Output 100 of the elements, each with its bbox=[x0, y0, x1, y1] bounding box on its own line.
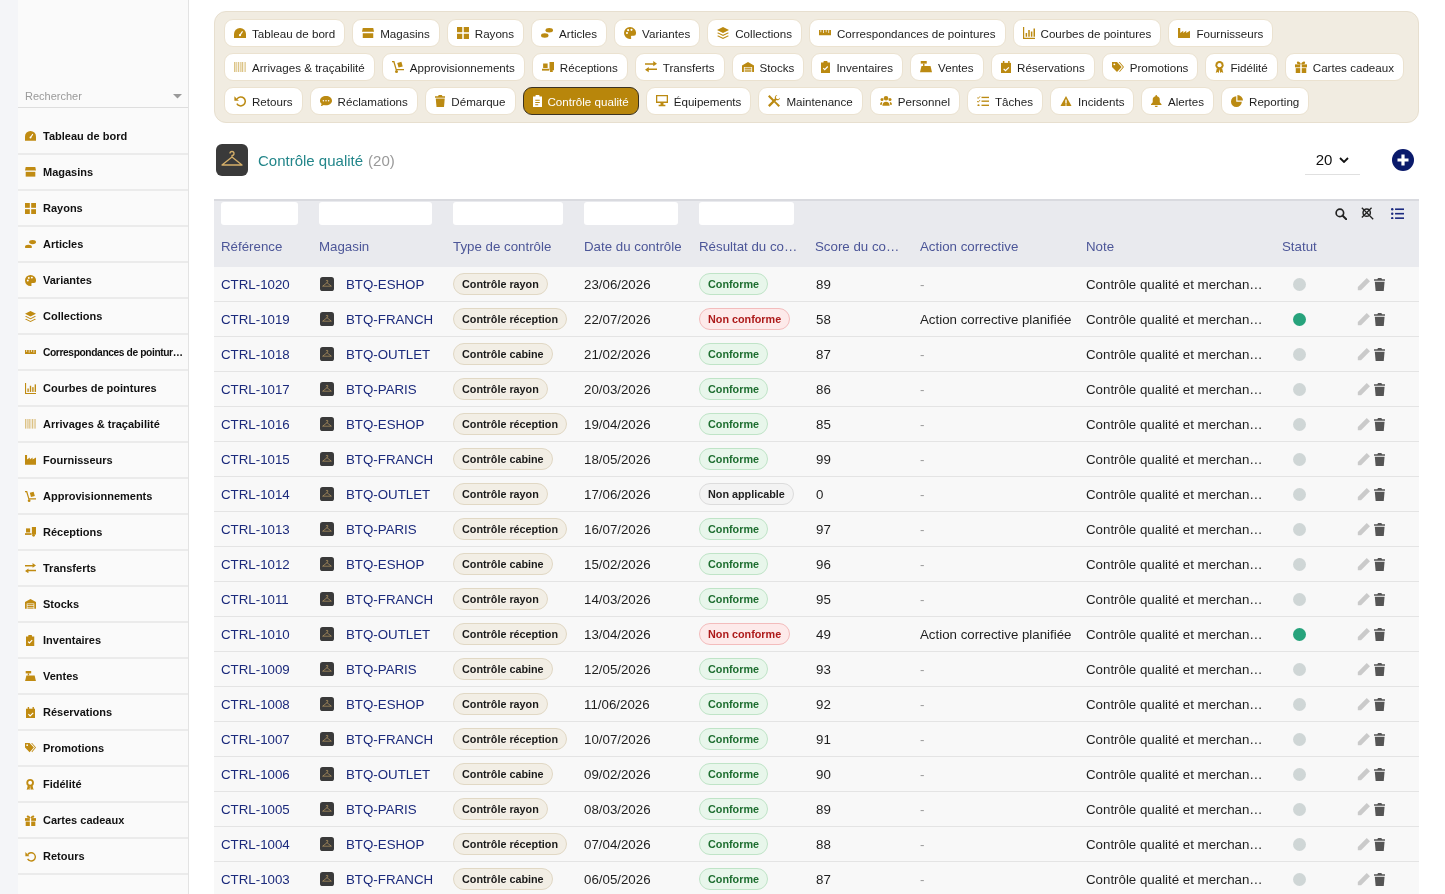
trash-icon[interactable] bbox=[1374, 487, 1386, 501]
trash-icon[interactable] bbox=[1374, 697, 1386, 711]
column-header[interactable]: Résultat du co… bbox=[692, 239, 808, 254]
trash-icon[interactable] bbox=[1374, 662, 1386, 676]
sidebar-item[interactable]: Magasins bbox=[18, 155, 188, 191]
reference-link[interactable]: CTRL-1010 bbox=[221, 626, 290, 642]
trash-icon[interactable] bbox=[1374, 627, 1386, 641]
trash-icon[interactable] bbox=[1374, 417, 1386, 431]
nav-button[interactable]: Maintenance bbox=[758, 87, 863, 115]
sidebar-item[interactable]: Promotions bbox=[18, 731, 188, 767]
nav-button[interactable]: Variantes bbox=[614, 19, 701, 47]
store-link[interactable]: BTQ-ESHOP bbox=[346, 696, 425, 712]
nav-button[interactable]: Cartes cadeaux bbox=[1284, 53, 1404, 81]
column-header[interactable]: Action corrective bbox=[913, 239, 1079, 254]
trash-icon[interactable] bbox=[1374, 312, 1386, 326]
store-link[interactable]: BTQ-FRANCH bbox=[346, 311, 434, 327]
column-header[interactable]: Type de contrôle bbox=[446, 239, 577, 254]
sidebar-item[interactable]: Retours bbox=[18, 839, 188, 875]
column-header[interactable]: Magasin bbox=[312, 239, 446, 254]
trash-icon[interactable] bbox=[1374, 767, 1386, 781]
nav-button[interactable]: Réclamations bbox=[309, 87, 418, 115]
trash-icon[interactable] bbox=[1374, 452, 1386, 466]
nav-button[interactable]: Magasins bbox=[352, 19, 440, 47]
sidebar-item[interactable]: Collections bbox=[18, 299, 188, 335]
nav-button[interactable]: Fidélité bbox=[1205, 53, 1278, 81]
nav-button[interactable]: Retours bbox=[224, 87, 303, 115]
trash-icon[interactable] bbox=[1374, 347, 1386, 361]
store-link[interactable]: BTQ-FRANCH bbox=[346, 451, 434, 467]
nav-button[interactable]: Collections bbox=[707, 19, 802, 47]
trash-icon[interactable] bbox=[1374, 872, 1386, 886]
sidebar-item[interactable]: Tableau de bord bbox=[18, 119, 188, 155]
reference-link[interactable]: CTRL-1005 bbox=[221, 801, 290, 817]
reference-link[interactable]: CTRL-1016 bbox=[221, 416, 290, 432]
trash-icon[interactable] bbox=[1374, 592, 1386, 606]
filter-field[interactable] bbox=[584, 202, 678, 225]
nav-button[interactable]: Correspondances de pointures bbox=[808, 19, 1006, 47]
trash-icon[interactable] bbox=[1374, 277, 1386, 291]
add-icon[interactable] bbox=[1392, 149, 1414, 171]
store-link[interactable]: BTQ-ESHOP bbox=[346, 556, 425, 572]
store-link[interactable]: BTQ-ESHOP bbox=[346, 276, 425, 292]
reference-link[interactable]: CTRL-1020 bbox=[221, 276, 290, 292]
store-link[interactable]: BTQ-FRANCH bbox=[346, 871, 434, 887]
reference-link[interactable]: CTRL-1003 bbox=[221, 871, 290, 887]
store-link[interactable]: BTQ-PARIS bbox=[346, 801, 417, 817]
store-link[interactable]: BTQ-ESHOP bbox=[346, 836, 425, 852]
reference-link[interactable]: CTRL-1015 bbox=[221, 451, 290, 467]
column-header[interactable]: Date du contrôle bbox=[577, 239, 692, 254]
reference-link[interactable]: CTRL-1008 bbox=[221, 696, 290, 712]
sidebar-item[interactable]: Transferts bbox=[18, 551, 188, 587]
search-field[interactable]: Rechercher bbox=[18, 84, 188, 108]
nav-button[interactable]: Incidents bbox=[1050, 87, 1135, 115]
reference-link[interactable]: CTRL-1004 bbox=[221, 836, 290, 852]
search-off-icon[interactable] bbox=[1361, 207, 1374, 220]
sidebar-item[interactable]: Variantes bbox=[18, 263, 188, 299]
page-size-select[interactable]: 20 bbox=[1305, 145, 1360, 175]
nav-button[interactable]: Équipements bbox=[645, 87, 752, 115]
reference-link[interactable]: CTRL-1013 bbox=[221, 521, 290, 537]
column-header[interactable]: Note bbox=[1079, 239, 1275, 254]
filter-field[interactable] bbox=[453, 202, 563, 225]
nav-button[interactable]: Tableau de bord bbox=[224, 19, 346, 47]
nav-button[interactable]: Reporting bbox=[1221, 87, 1310, 115]
store-link[interactable]: BTQ-PARIS bbox=[346, 661, 417, 677]
nav-button[interactable]: Tâches bbox=[967, 87, 1044, 115]
trash-icon[interactable] bbox=[1374, 837, 1386, 851]
column-header[interactable]: Score du co… bbox=[808, 239, 913, 254]
reference-link[interactable]: CTRL-1017 bbox=[221, 381, 290, 397]
reference-link[interactable]: CTRL-1019 bbox=[221, 311, 290, 327]
sidebar-item[interactable]: Approvisionnements bbox=[18, 479, 188, 515]
trash-icon[interactable] bbox=[1374, 522, 1386, 536]
sidebar-item[interactable]: Stocks bbox=[18, 587, 188, 623]
nav-button[interactable]: Approvisionnements bbox=[381, 53, 525, 81]
sidebar-item[interactable]: Réservations bbox=[18, 695, 188, 731]
store-link[interactable]: BTQ-OUTLET bbox=[346, 766, 431, 782]
nav-button[interactable]: Fournisseurs bbox=[1168, 19, 1274, 47]
nav-button[interactable]: Réservations bbox=[990, 53, 1095, 81]
store-link[interactable]: BTQ-PARIS bbox=[346, 381, 417, 397]
store-link[interactable]: BTQ-OUTLET bbox=[346, 626, 431, 642]
trash-icon[interactable] bbox=[1374, 382, 1386, 396]
nav-button[interactable]: Rayons bbox=[446, 19, 525, 47]
reference-link[interactable]: CTRL-1011 bbox=[221, 591, 289, 607]
reference-link[interactable]: CTRL-1018 bbox=[221, 346, 290, 362]
store-link[interactable]: BTQ-PARIS bbox=[346, 521, 417, 537]
sidebar-item[interactable]: Fidélité bbox=[18, 767, 188, 803]
trash-icon[interactable] bbox=[1374, 557, 1386, 571]
nav-button[interactable]: Articles bbox=[531, 19, 608, 47]
filter-field[interactable] bbox=[319, 202, 432, 225]
sidebar-item[interactable]: Rayons bbox=[18, 191, 188, 227]
store-link[interactable]: BTQ-OUTLET bbox=[346, 346, 431, 362]
store-link[interactable]: BTQ-FRANCH bbox=[346, 591, 434, 607]
filter-field[interactable] bbox=[221, 202, 298, 225]
nav-button[interactable]: Ventes bbox=[910, 53, 984, 81]
store-link[interactable]: BTQ-OUTLET bbox=[346, 486, 431, 502]
nav-button[interactable]: Inventaires bbox=[811, 53, 904, 81]
reference-link[interactable]: CTRL-1009 bbox=[221, 661, 290, 677]
store-link[interactable]: BTQ-FRANCH bbox=[346, 731, 434, 747]
reference-link[interactable]: CTRL-1014 bbox=[221, 486, 290, 502]
nav-button[interactable]: Courbes de pointures bbox=[1012, 19, 1162, 47]
sidebar-item[interactable]: Cartes cadeaux bbox=[18, 803, 188, 839]
nav-button[interactable]: Transferts bbox=[634, 53, 725, 81]
trash-icon[interactable] bbox=[1374, 802, 1386, 816]
